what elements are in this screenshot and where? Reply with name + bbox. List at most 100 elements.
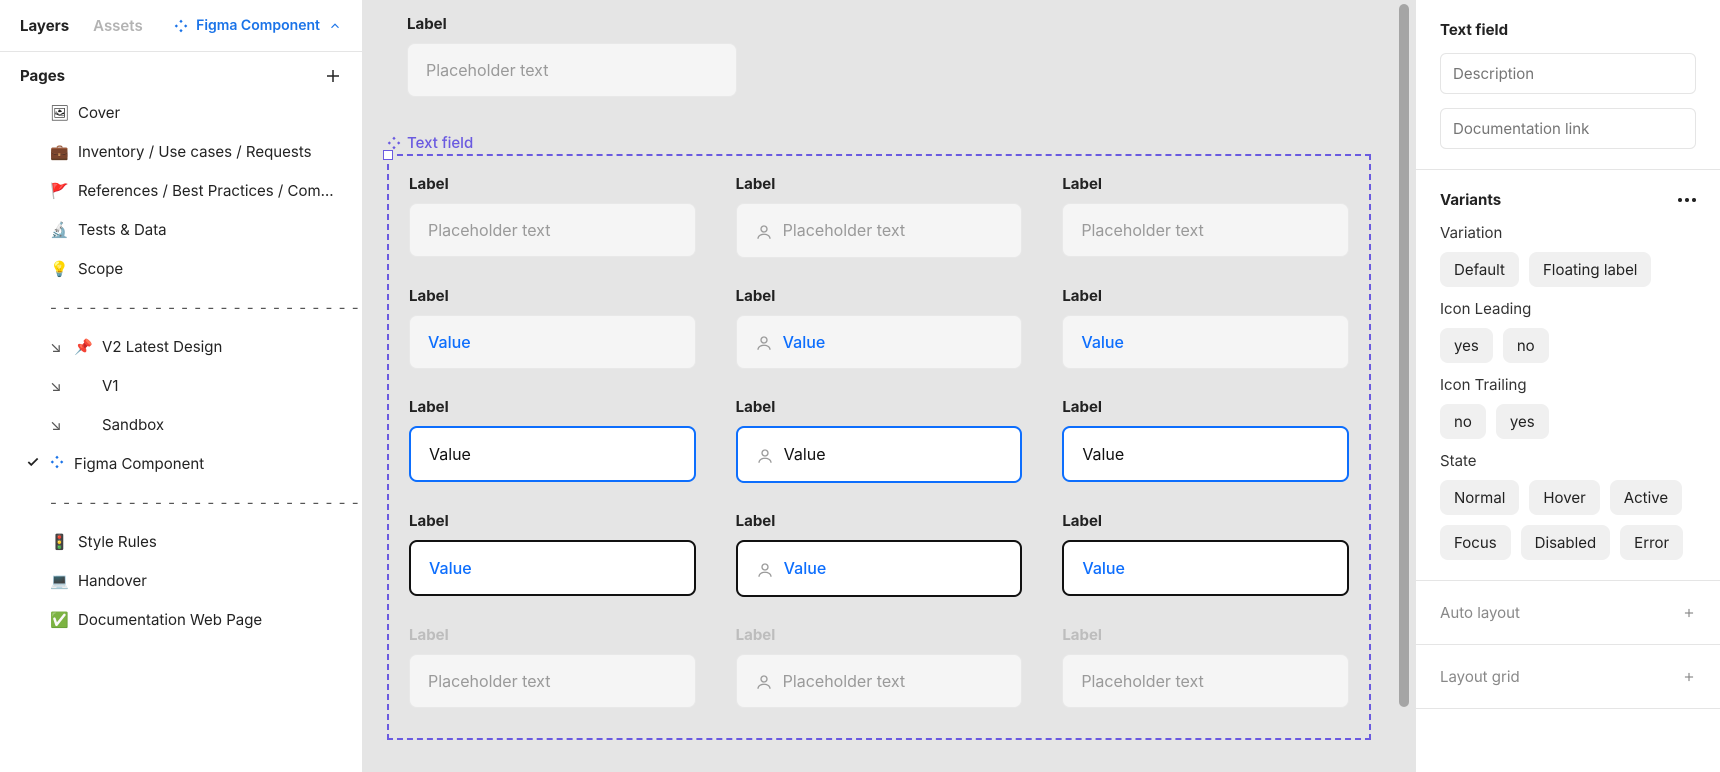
page-label: Scope [78,259,123,278]
variant-cell[interactable]: LabelValue [409,397,696,483]
variant-cell[interactable]: LabelPlaceholder text [736,174,1023,258]
description-input[interactable] [1440,53,1696,94]
page-item[interactable]: 🚩References / Best Practices / Com… [4,171,358,210]
page-item[interactable]: 🚦 Style Rules [4,522,358,561]
textfield-label: Label [736,174,1023,193]
page-label: Tests & Data [78,220,167,239]
variant-cell[interactable]: LabelValue [1062,511,1349,597]
variant-chip[interactable]: Disabled [1521,525,1611,560]
textfield-label: Label [1062,625,1349,644]
page-item[interactable]: ✅Documentation Web Page [4,600,358,639]
textfield-label: Label [736,286,1023,305]
variant-cell[interactable]: LabelPlaceholder text [1062,625,1349,709]
variant-cell[interactable]: LabelPlaceholder text [1062,174,1349,258]
variant-chip[interactable]: Normal [1440,480,1519,515]
component-icon [387,136,401,150]
variant-chip[interactable]: Hover [1529,480,1599,515]
page-label: Inventory / Use cases / Requests [78,142,312,161]
add-page-button[interactable] [324,67,342,85]
variant-chip[interactable]: Error [1620,525,1683,560]
textfield-input: Value [409,315,696,369]
variant-cell[interactable]: LabelValue [736,511,1023,597]
textfield-label: Label [736,625,1023,644]
page-item[interactable]: ↘📌V2 Latest Design [4,327,358,366]
page-label: Sandbox [102,415,164,434]
page-item[interactable]: 💻Handover [4,561,358,600]
textfield-input: Placeholder text [409,654,696,708]
page-emoji: 💼 [50,142,68,161]
variant-frame-title[interactable]: Text field [387,133,1371,152]
tab-layers[interactable]: Layers [20,16,69,35]
auto-layout-label: Auto layout [1440,603,1520,622]
component-info-section: Text field [1416,0,1720,170]
textfield-text: Placeholder text [428,220,550,240]
page-label: - - - - - - - - - - - - - - - - - - - - … [50,493,358,512]
variant-cell[interactable]: Label Placeholder text [409,625,696,709]
canvas-scrollbar-thumb[interactable] [1399,4,1409,707]
page-component-selector-label: Figma Component [196,17,320,34]
layout-grid-label: Layout grid [1440,667,1520,686]
layout-grid-row[interactable]: Layout grid [1416,645,1720,709]
variants-more-button[interactable] [1678,198,1696,202]
variant-prop-state-options: Normal Hover Active Focus Disabled Error [1440,480,1696,560]
textfield-text: Value [783,332,826,352]
variant-chip[interactable]: no [1503,328,1549,363]
textfield-input: Value [409,540,696,596]
page-item[interactable]: 🔬Tests & Data [4,210,358,249]
variant-cell[interactable]: Label Placeholder text [736,625,1023,709]
variant-cell[interactable]: LabelValue [1062,397,1349,483]
variant-cell[interactable]: Label Placeholder text [409,174,696,258]
frame-resize-handle[interactable] [383,150,393,160]
textfield-label: Label [409,174,696,193]
page-emoji: 🖼 [50,103,68,122]
arrow-icon: ↘ [50,376,64,395]
variant-chip[interactable]: Focus [1440,525,1511,560]
page-separator: - - - - - - - - - - - - - - - - - - - - … [4,483,358,522]
canvas-scrollbar[interactable] [1397,4,1411,768]
variant-chip[interactable]: no [1440,404,1486,439]
documentation-link-input[interactable] [1440,108,1696,149]
page-emoji: 🚦 [50,532,68,551]
tab-assets[interactable]: Assets [93,16,143,35]
textfield-label: Label [409,625,696,644]
page-item[interactable]: ↘ Sandbox [4,405,358,444]
variant-chip[interactable]: yes [1496,404,1549,439]
page-component-selector[interactable]: Figma Component [174,17,342,34]
variant-chip[interactable]: Default [1440,252,1519,287]
page-label: Style Rules [78,532,157,551]
page-label: Handover [78,571,147,590]
variant-prop-variation-options: Default Floating label [1440,252,1696,287]
variant-cell[interactable]: Label Value [736,286,1023,370]
variant-cell[interactable]: LabelValue [736,397,1023,483]
page-item[interactable]: ↘V1 [4,366,358,405]
variant-prop-leading-title: Icon Leading [1440,299,1696,318]
user-icon [756,447,774,465]
page-item[interactable]: Figma Component [4,444,358,483]
variant-prop-trailing-options: noyes [1440,404,1696,439]
canvas-solo-textfield[interactable]: Label Placeholder text [407,14,1371,97]
variant-chip[interactable]: Floating label [1529,252,1652,287]
page-separator: - - - - - - - - - - - - - - - - - - - - … [4,288,358,327]
variant-cell[interactable]: LabelValue [1062,286,1349,370]
variant-cell[interactable]: LabelValue [409,511,696,597]
pages-list: 🖼Cover 💼 Inventory / Use cases / Requests 🚩… [0,93,362,659]
variant-frame[interactable]: Label Placeholder text Label Placeholder te… [387,154,1371,740]
canvas[interactable]: Label Placeholder text Text field Label P… [363,0,1415,772]
variant-chip[interactable]: Active [1610,480,1682,515]
left-panel: Layers Assets Figma Component Pages 🖼Cov… [0,0,363,772]
textfield-label: Label [1062,511,1349,530]
textfield-text: Placeholder text [783,671,905,691]
auto-layout-row[interactable]: Auto layout [1416,581,1720,645]
variants-header: Variants [1440,190,1696,209]
textfield-input: Value [1062,315,1349,369]
arrow-icon: ↘ [50,337,64,356]
page-item[interactable]: 💡Scope [4,249,358,288]
variant-cell[interactable]: LabelValue [409,286,696,370]
variant-chip[interactable]: yes [1440,328,1493,363]
textfield-text: Value [1082,444,1124,464]
page-item[interactable]: 🖼Cover [4,93,358,132]
component-info-title: Text field [1440,20,1696,39]
arrow-icon: ↘ [50,415,64,434]
textfield-text: Value [429,444,471,464]
page-item[interactable]: 💼 Inventory / Use cases / Requests [4,132,358,171]
